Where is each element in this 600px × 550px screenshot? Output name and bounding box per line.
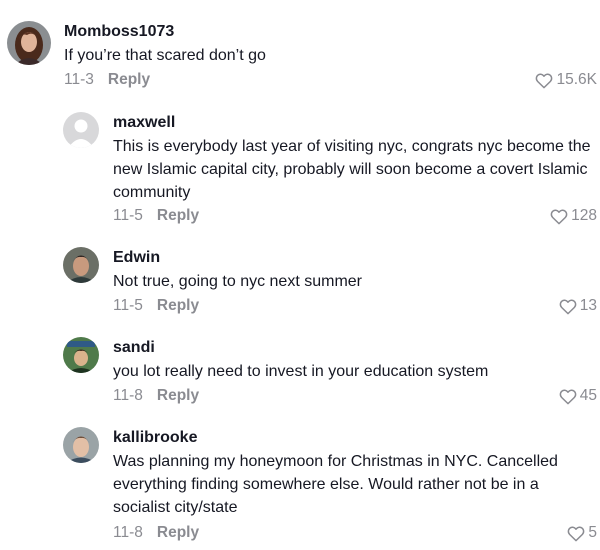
illustrated-green-avatar-icon [63,337,99,373]
comment-text: Not true, going to nyc next summer [113,273,362,290]
like-button[interactable]: 15.6K [535,70,597,90]
reply-item: maxwell This is everybody last year of v… [0,100,600,240]
like-button[interactable]: 13 [559,296,597,316]
like-count: 13 [579,297,597,314]
reply-item: Edwin Not true, going to nyc next summer… [0,240,600,330]
reply-item: sandi you lot really need to invest in y… [0,330,600,420]
comment-text: Was planning my honeymoon for Christmas … [113,453,558,516]
comment-date: 11-5 [113,207,143,224]
reply-button[interactable]: Reply [157,387,199,404]
heart-icon [559,298,577,314]
comment-meta: 11-5 Reply [113,206,199,226]
comment-username[interactable]: kallibrooke [113,428,197,448]
heart-icon [559,388,577,404]
like-count: 15.6K [556,71,597,88]
like-button[interactable]: 128 [550,206,597,226]
young-man-portrait-avatar-icon [63,427,99,463]
comment-text: If you’re that scared don’t go [64,47,266,64]
heart-icon [536,72,553,88]
comment-meta: 11-8 Reply [113,386,199,406]
comment-username[interactable]: Momboss1073 [64,22,174,42]
comment-meta: 11-3 Reply [64,70,150,90]
comment-date: 11-5 [113,297,143,314]
comment-item: Momboss1073 If you’re that scared don’t … [0,0,600,100]
default-gray-avatar-icon [63,112,99,148]
comment-date: 11-3 [64,71,94,88]
heart-icon [568,525,585,541]
woman-with-brown-hair-avatar-icon [7,21,51,65]
reply-item: kallibrooke Was planning my honeymoon fo… [0,420,600,550]
reply-button[interactable]: Reply [157,524,199,541]
like-count: 5 [588,524,597,541]
comment-text: you lot really need to invest in your ed… [113,363,489,380]
avatar[interactable] [63,337,99,373]
comment-username[interactable]: Edwin [113,248,160,268]
comment-date: 11-8 [113,524,143,541]
comment-username[interactable]: sandi [113,338,155,358]
comment-meta: 11-8 Reply [113,523,199,543]
avatar[interactable] [63,427,99,463]
comment-date: 11-8 [113,387,143,404]
like-count: 128 [571,207,597,224]
heart-icon [550,208,568,224]
avatar[interactable] [63,247,99,283]
avatar[interactable] [63,112,99,148]
like-count: 45 [579,387,597,404]
reply-button[interactable]: Reply [157,207,199,224]
avatar[interactable] [7,21,51,65]
comment-text: This is everybody last year of visiting … [113,138,591,201]
man-portrait-avatar-icon [63,247,99,283]
like-button[interactable]: 45 [559,386,597,406]
reply-button[interactable]: Reply [157,297,199,314]
like-button[interactable]: 5 [567,523,597,543]
comment-username[interactable]: maxwell [113,113,175,133]
reply-button[interactable]: Reply [108,71,150,88]
comment-meta: 11-5 Reply [113,296,199,316]
